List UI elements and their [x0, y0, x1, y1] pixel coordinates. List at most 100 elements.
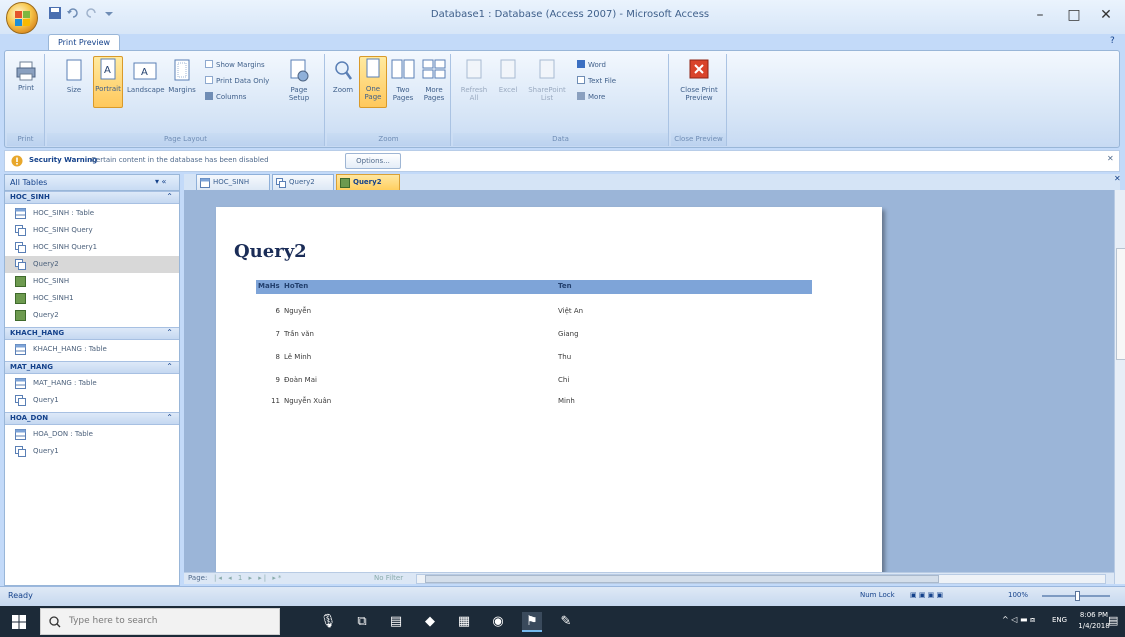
view-buttons-icon[interactable]: ▣ ▣ ▣ ▣ [910, 591, 943, 599]
nav-item-mat-hang-query1[interactable]: Query1 [5, 392, 179, 409]
undo-icon[interactable] [66, 6, 80, 20]
sharepoint-list-button[interactable]: SharePoint List [527, 58, 567, 102]
close-button[interactable]: ✕ [1096, 6, 1116, 24]
microphone-icon[interactable]: 🎙 [318, 612, 338, 632]
table-icon [15, 378, 26, 389]
office-button[interactable] [6, 2, 38, 34]
nav-item-hoc-sinh-table[interactable]: HOC_SINH : Table [5, 205, 179, 222]
vertical-scroll-thumb[interactable] [1116, 248, 1125, 360]
minimize-button[interactable]: – [1030, 6, 1050, 24]
security-warning-bar: Security Warning Certain content in the … [4, 150, 1120, 172]
nav-item-hoc-sinh-query1[interactable]: HOC_SINH Query1 [5, 239, 179, 256]
doc-tab-hoc-sinh[interactable]: HOC_SINH [196, 174, 270, 190]
navigation-pane: All Tables ▾ « HOC_SINH ⌃ HOC_SINH : Tabl… [4, 174, 180, 586]
notification-icon[interactable]: ▤ [1108, 614, 1120, 628]
nav-item-mat-hang-table[interactable]: MAT_HANG : Table [5, 375, 179, 392]
ribbon-group-zoom: Zoom One Page Two Pages More Pages Zoom [327, 54, 451, 146]
nav-group-mat-hang[interactable]: MAT_HANG ⌃ [5, 361, 179, 374]
nav-group-hoa-don[interactable]: HOA_DON ⌃ [5, 412, 179, 425]
nav-item-hoa-don-query1[interactable]: Query1 [5, 443, 179, 460]
access-app-icon[interactable]: ⚑ [522, 612, 542, 632]
language-indicator[interactable]: ENG [1052, 616, 1067, 624]
nav-item-query2[interactable]: Query2 [5, 256, 179, 273]
nav-item-hoc-sinh1-form[interactable]: HOC_SINH1 [5, 290, 179, 307]
landscape-label: Landscape [127, 86, 165, 94]
tab-print-preview[interactable]: Print Preview [48, 34, 120, 50]
maximize-button[interactable]: □ [1064, 6, 1084, 24]
page-number[interactable]: 1 [238, 574, 244, 582]
cell-ten: Thu [558, 353, 572, 361]
nav-item-hoc-sinh-query[interactable]: HOC_SINH Query [5, 222, 179, 239]
nav-item-hoa-don-table[interactable]: HOA_DON : Table [5, 426, 179, 443]
horizontal-scrollbar[interactable] [416, 574, 1106, 584]
zoom-percentage[interactable]: 100% [1008, 591, 1028, 599]
system-tray-icons[interactable]: ^ ◁ ▬ ⧈ [1002, 615, 1035, 625]
document-close-icon[interactable]: ✕ [1114, 174, 1121, 183]
page-nav-buttons[interactable]: |◂ ◂ 1 ▸ ▸| ▸* [214, 574, 283, 582]
nav-pane-header[interactable]: All Tables ▾ « [5, 175, 179, 191]
cell-mahs: 6 [275, 307, 280, 315]
security-warning-message: Certain content in the database has been… [91, 156, 269, 164]
columns-button[interactable]: Columns [205, 92, 246, 101]
two-pages-icon [391, 59, 415, 79]
security-options-button[interactable]: Options... [345, 153, 401, 169]
report-page: Query2 MaHs HoTen Ten 6 Nguyễn Việt An 7… [216, 207, 882, 572]
horizontal-scroll-thumb[interactable] [425, 575, 939, 583]
one-page-button[interactable]: One Page [359, 56, 387, 108]
collapse-chevron-icon: ⌃ [166, 328, 173, 337]
taskbar-search-box[interactable]: Type here to search [40, 608, 280, 635]
landscape-button[interactable]: A Landscape [127, 58, 165, 94]
page-size-icon [66, 59, 82, 81]
security-bar-close-icon[interactable]: ✕ [1107, 154, 1114, 163]
report-header-row: MaHs HoTen Ten [256, 280, 812, 294]
nav-group-label: HOC_SINH [10, 193, 50, 201]
column-header: MaHs [258, 282, 280, 290]
print-data-only-checkbox[interactable]: Print Data Only [205, 76, 269, 85]
save-icon[interactable] [48, 6, 62, 20]
text-file-button[interactable]: Text File [577, 76, 616, 85]
vertical-scrollbar[interactable] [1114, 190, 1125, 584]
excel-button[interactable]: Excel [493, 58, 523, 94]
landscape-icon: A [133, 62, 157, 80]
windows-start-icon[interactable] [12, 615, 26, 629]
more-export-button[interactable]: More [577, 92, 605, 101]
task-view-icon[interactable]: ⧉ [352, 612, 372, 632]
app-icon[interactable]: ▦ [454, 612, 474, 632]
file-explorer-icon[interactable]: ▤ [386, 612, 406, 632]
portrait-button[interactable]: A Portrait [93, 56, 123, 108]
nav-pane-collapse-icon[interactable]: ▾ « [155, 177, 166, 186]
table-icon [15, 429, 26, 440]
nav-item-khach-hang-table[interactable]: KHACH_HANG : Table [5, 341, 179, 358]
store-icon[interactable]: ◆ [420, 612, 440, 632]
zoom-slider-thumb[interactable] [1075, 591, 1080, 601]
customize-qat-icon[interactable] [102, 6, 116, 20]
nav-item-label: Query2 [33, 260, 59, 268]
redo-icon[interactable] [84, 6, 98, 20]
nav-item-query2-form[interactable]: Query2 [5, 307, 179, 324]
nav-item-hoc-sinh-form[interactable]: HOC_SINH [5, 273, 179, 290]
help-icon[interactable]: ? [1110, 36, 1120, 46]
nav-group-khach-hang[interactable]: KHACH_HANG ⌃ [5, 327, 179, 340]
status-bar: Ready Num Lock ▣ ▣ ▣ ▣ 100% [0, 586, 1125, 606]
print-button[interactable]: Print [10, 60, 42, 92]
close-print-preview-button[interactable]: Close Print Preview [677, 58, 721, 102]
more-pages-button[interactable]: More Pages [419, 58, 449, 102]
two-pages-button[interactable]: Two Pages [389, 58, 417, 102]
close-preview-icon [689, 59, 709, 79]
columns-label: Columns [216, 93, 247, 101]
chrome-icon[interactable]: ◉ [488, 612, 508, 632]
show-margins-checkbox[interactable]: Show Margins [205, 60, 265, 69]
margins-button[interactable]: Margins [167, 58, 197, 94]
word-button[interactable]: Word [577, 60, 606, 69]
document-tabs: HOC_SINH Query2 Query2 [184, 174, 1120, 190]
page-setup-button[interactable]: Page Setup [281, 58, 317, 102]
doc-tab-query2-query[interactable]: Query2 [272, 174, 334, 190]
refresh-all-button[interactable]: Refresh All [459, 58, 489, 102]
doc-tab-label: Query2 [289, 178, 315, 186]
filter-status[interactable]: No Filter [374, 574, 403, 582]
zoom-button[interactable]: Zoom [331, 58, 355, 94]
size-button[interactable]: Size [59, 58, 89, 94]
nav-group-hoc-sinh[interactable]: HOC_SINH ⌃ [5, 191, 179, 204]
doc-tab-query2-report[interactable]: Query2 [336, 174, 400, 190]
paint-icon[interactable]: ✎ [556, 612, 576, 632]
